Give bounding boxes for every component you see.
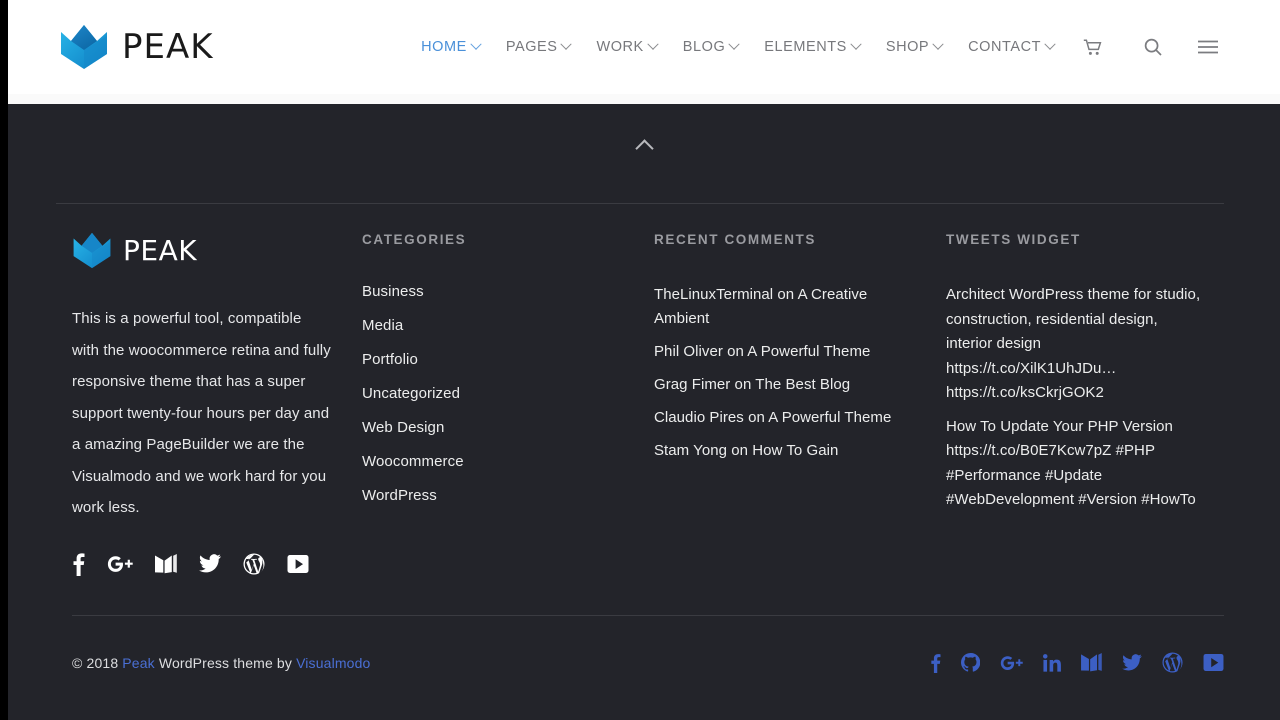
cart-button[interactable] <box>1067 38 1106 56</box>
nav-item-blog[interactable]: BLOG <box>670 38 752 55</box>
chevron-down-icon <box>850 38 862 50</box>
chevron-down-icon <box>1044 38 1056 50</box>
list-item[interactable]: Woocommerce <box>362 453 654 470</box>
page-root: PEAK HOME PAGES WORK BLOG ELEMENTS SHOP … <box>0 0 1280 720</box>
google-plus-icon[interactable] <box>107 554 133 574</box>
wordpress-icon[interactable] <box>1162 652 1183 673</box>
list-item[interactable]: Portfolio <box>362 351 654 368</box>
list-item[interactable]: Phil Oliver on A Powerful Theme <box>654 340 926 364</box>
link-visualmodo[interactable]: Visualmodo <box>296 655 370 671</box>
list-item[interactable]: Claudio Pires on A Powerful Theme <box>654 406 926 430</box>
chevron-down-icon <box>932 38 944 50</box>
search-icon <box>1144 38 1162 56</box>
tweet-item[interactable]: Architect WordPress theme for studio, co… <box>946 283 1208 406</box>
nav-item-label: PAGES <box>505 39 558 55</box>
footer-about-text: This is a powerful tool, compatible with… <box>72 310 331 516</box>
nav-item-label: ELEMENTS <box>764 39 847 55</box>
google-plus-icon[interactable] <box>1000 654 1023 672</box>
chevron-down-icon <box>470 38 482 50</box>
nav-item-label: WORK <box>596 39 644 55</box>
crown-logo-icon <box>73 232 111 269</box>
footer-columns: PEAK This is a powerful tool, compatible… <box>72 232 1232 576</box>
chevron-up-icon <box>634 139 654 158</box>
footer-column-about: PEAK This is a powerful tool, compatible… <box>72 232 362 576</box>
youtube-icon[interactable] <box>287 554 309 574</box>
nav-item-label: SHOP <box>885 39 930 55</box>
main-nav: HOME PAGES WORK BLOG ELEMENTS SHOP CONTA… <box>408 38 1218 56</box>
nav-item-pages[interactable]: PAGES <box>493 38 584 55</box>
scroll-to-top-button[interactable] <box>8 139 1280 158</box>
nav-item-label: BLOG <box>682 39 726 55</box>
nav-item-shop[interactable]: SHOP <box>873 38 955 55</box>
nav-item-label: HOME <box>421 39 467 55</box>
nav-item-contact[interactable]: CONTACT <box>955 38 1067 55</box>
menu-button[interactable] <box>1166 40 1218 54</box>
hamburger-menu-icon <box>1198 40 1218 54</box>
nav-item-work[interactable]: WORK <box>583 38 669 55</box>
widget-title-recent-comments: RECENT COMMENTS <box>654 232 816 247</box>
nav-item-elements[interactable]: ELEMENTS <box>751 38 873 55</box>
chevron-down-icon <box>728 38 740 50</box>
footer-column-tweets: TWEETS WIDGET Architect WordPress theme … <box>946 232 1232 576</box>
youtube-icon[interactable] <box>1203 653 1224 672</box>
brand-logo[interactable]: PEAK <box>59 24 214 70</box>
list-item[interactable]: Stam Yong on How To Gain <box>654 439 926 463</box>
search-button[interactable] <box>1106 38 1166 56</box>
list-item[interactable]: Web Design <box>362 419 654 436</box>
nav-item-label: CONTACT <box>968 39 1041 55</box>
footer-brand[interactable]: PEAK <box>72 232 362 269</box>
footer-social-links <box>72 552 362 576</box>
categories-list: Business Media Portfolio Uncategorized W… <box>362 283 654 504</box>
widget-title-categories: CATEGORIES <box>362 232 467 247</box>
copyright-text: © 2018 Peak WordPress theme by Visualmod… <box>72 655 370 671</box>
divider-bottom <box>72 615 1224 616</box>
list-item[interactable]: TheLinuxTerminal on A Creative Ambient <box>654 283 926 331</box>
twitter-icon[interactable] <box>199 554 221 573</box>
footer-bottom-social-links <box>930 652 1224 673</box>
copyright-prefix: © 2018 <box>72 654 123 671</box>
medium-icon[interactable] <box>1081 653 1102 672</box>
list-item[interactable]: WordPress <box>362 487 654 504</box>
wordpress-icon[interactable] <box>243 553 265 575</box>
footer-bottom-bar: © 2018 Peak WordPress theme by Visualmod… <box>72 652 1224 673</box>
footer-column-recent-comments: RECENT COMMENTS TheLinuxTerminal on A Cr… <box>654 232 946 576</box>
recent-comments-list: TheLinuxTerminal on A Creative Ambient P… <box>654 283 926 463</box>
footer-column-categories: CATEGORIES Business Media Portfolio Unca… <box>362 232 654 576</box>
widget-title-tweets: TWEETS WIDGET <box>946 232 1081 247</box>
list-item[interactable]: Grag Fimer on The Best Blog <box>654 373 926 397</box>
twitter-icon[interactable] <box>1122 654 1142 671</box>
site-header: PEAK HOME PAGES WORK BLOG ELEMENTS SHOP … <box>8 0 1280 94</box>
shopping-cart-icon <box>1083 38 1102 55</box>
chevron-down-icon <box>560 38 573 50</box>
github-icon[interactable] <box>961 653 980 672</box>
footer-brand-name: PEAK <box>123 234 198 267</box>
tweet-item[interactable]: How To Update Your PHP Version https://t… <box>946 415 1208 513</box>
divider-top <box>56 203 1224 204</box>
link-peak[interactable]: Peak <box>122 655 155 671</box>
list-item[interactable]: Media <box>362 317 654 334</box>
linkedin-icon[interactable] <box>1043 653 1061 672</box>
list-item[interactable]: Uncategorized <box>362 385 654 402</box>
header-bottom-strip <box>8 94 1280 104</box>
copyright-mid: WordPress theme by <box>154 654 297 671</box>
crown-logo-icon <box>61 25 107 69</box>
medium-icon[interactable] <box>155 553 177 574</box>
footer-area: PEAK This is a powerful tool, compatible… <box>8 104 1280 720</box>
list-item[interactable]: Business <box>362 283 654 300</box>
facebook-icon[interactable] <box>72 552 85 576</box>
brand-name: PEAK <box>122 27 214 67</box>
facebook-icon[interactable] <box>930 653 941 673</box>
nav-item-home[interactable]: HOME <box>408 38 493 55</box>
chevron-down-icon <box>647 38 659 50</box>
